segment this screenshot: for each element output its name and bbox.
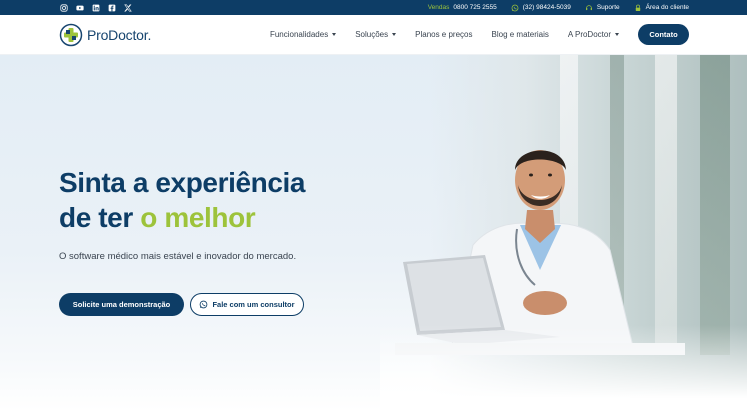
area-cliente-link[interactable]: Área do cliente — [634, 4, 689, 12]
nav-funcionalidades[interactable]: Funcionalidades — [269, 30, 337, 39]
nav-planos[interactable]: Planos e preços — [415, 30, 472, 39]
doctor-photo — [395, 150, 685, 355]
caret-down-icon — [615, 33, 619, 36]
talk-consultant-button[interactable]: Fale com um consultor — [190, 293, 304, 316]
nav-prodoctor-label: A ProDoctor — [567, 30, 611, 39]
facebook-icon[interactable] — [108, 4, 116, 12]
area-cliente-label: Área do cliente — [645, 4, 689, 11]
whatsapp-icon — [511, 4, 519, 12]
prodoctor-logo-icon — [59, 23, 83, 46]
suporte-link[interactable]: Suporte — [585, 4, 620, 12]
background-plant — [700, 55, 730, 355]
contact-links: Vendas 0800 725 2555 (32) 98424-5039 Sup… — [428, 4, 689, 12]
logo-wordmark: ProDoctor — [87, 26, 148, 43]
headline-line-1: Sinta a experiência — [59, 167, 306, 198]
whatsapp-contact[interactable]: (32) 98424-5039 — [511, 4, 571, 12]
headset-icon — [585, 4, 593, 12]
contato-button[interactable]: Contato — [638, 24, 689, 45]
logo-dot: . — [147, 26, 152, 43]
nav-funcionalidades-label: Funcionalidades — [269, 30, 329, 39]
vendas-contact[interactable]: Vendas 0800 725 2555 — [428, 4, 497, 11]
top-bar: Vendas 0800 725 2555 (32) 98424-5039 Sup… — [0, 0, 747, 15]
caret-down-icon — [332, 33, 337, 36]
nav-solucoes[interactable]: Soluções — [355, 30, 397, 39]
lock-icon — [634, 4, 642, 12]
nav-planos-label: Planos e preços — [415, 30, 473, 39]
whatsapp-phone: (32) 98424-5039 — [522, 4, 571, 11]
main-header: ProDoctor. Funcionalidades Soluções Plan… — [0, 15, 747, 55]
main-nav: Funcionalidades Soluções Planos e preços… — [251, 24, 689, 45]
social-links — [60, 3, 132, 12]
nav-prodoctor[interactable]: A ProDoctor — [568, 30, 619, 39]
vendas-phone: 0800 725 2555 — [453, 4, 497, 11]
headline-highlight: o melhor — [140, 202, 256, 233]
hero-subtitle: O software médico mais estável e inovado… — [59, 251, 297, 262]
suporte-label: Suporte — [596, 4, 620, 11]
nav-solucoes-label: Soluções — [355, 30, 389, 39]
logo[interactable]: ProDoctor. — [59, 23, 151, 47]
hero-headline: Sinta a experiência de ter o melhor — [59, 165, 305, 235]
request-demo-button[interactable]: Solicite uma demonstração — [59, 293, 184, 316]
instagram-icon[interactable] — [60, 3, 68, 12]
x-icon[interactable] — [124, 4, 132, 12]
caret-down-icon — [392, 33, 397, 36]
hero-section: Sinta a experiência de ter o melhor O so… — [0, 55, 747, 411]
nav-blog-label: Blog e materiais — [491, 30, 549, 39]
nav-blog[interactable]: Blog e materiais — [492, 30, 549, 39]
talk-consultant-label: Fale com um consultor — [212, 300, 295, 309]
linkedin-icon[interactable] — [92, 4, 100, 12]
logo-text: ProDoctor. — [87, 27, 151, 43]
hero-bottom-fade — [380, 325, 747, 411]
vendas-label: Vendas — [427, 4, 450, 11]
whatsapp-icon — [200, 300, 208, 309]
headline-line-2a: de ter — [59, 202, 141, 233]
youtube-icon[interactable] — [76, 4, 84, 12]
